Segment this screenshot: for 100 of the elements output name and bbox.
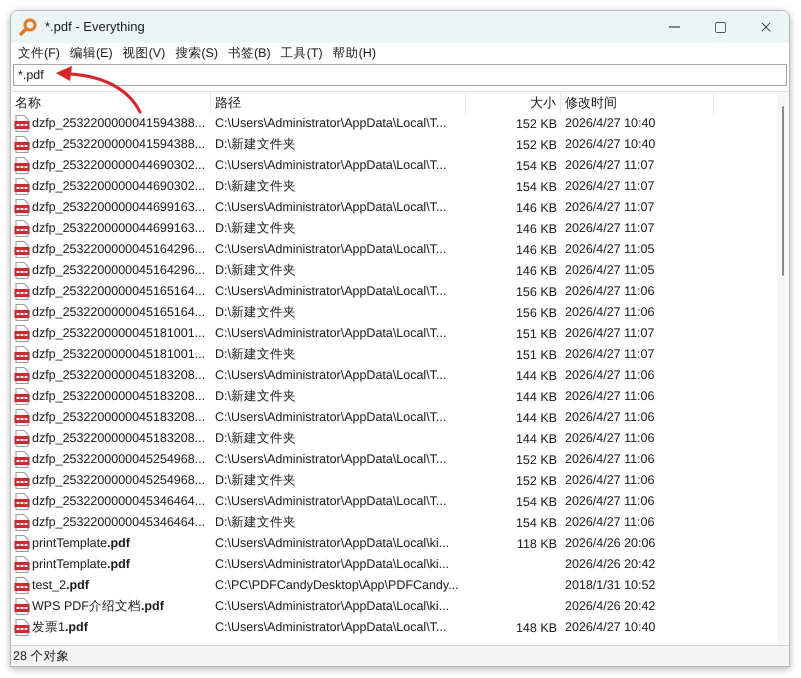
column-header[interactable]: 修改时间 bbox=[561, 92, 714, 113]
modified-time: 2026/4/26 20:42 bbox=[564, 556, 656, 574]
modified-time: 2026/4/26 20:42 bbox=[564, 598, 656, 616]
file-path: C:\Users\Administrator\AppData\Local\ki... bbox=[214, 598, 450, 616]
file-name: dzfp_2532200000045181001... bbox=[32, 325, 206, 342]
file-path: D:\新建文件夹 bbox=[214, 430, 297, 448]
pdf-file-icon bbox=[14, 430, 30, 447]
menu-item[interactable]: 帮助(H) bbox=[328, 43, 381, 63]
file-name: dzfp_2532200000045254968... bbox=[32, 472, 206, 490]
file-size: 118 KB bbox=[516, 536, 557, 551]
file-path: C:\Users\Administrator\AppData\Local\T... bbox=[214, 451, 448, 468]
file-name: dzfp_2532200000045181001... bbox=[32, 346, 206, 364]
modified-time: 2026/4/27 10:40 bbox=[564, 115, 656, 132]
file-size: 146 KB bbox=[516, 242, 557, 257]
file-name: dzfp_2532200000045254968... bbox=[32, 451, 206, 468]
file-path: C:\Users\Administrator\AppData\Local\T... bbox=[214, 325, 448, 342]
modified-time: 2026/4/27 10:40 bbox=[564, 136, 656, 154]
file-size: 146 KB bbox=[516, 222, 557, 236]
file-path: D:\新建文件夹 bbox=[214, 262, 297, 280]
file-path: D:\新建文件夹 bbox=[214, 136, 297, 154]
file-path: D:\新建文件夹 bbox=[214, 304, 297, 322]
modified-time: 2026/4/27 11:07 bbox=[564, 346, 656, 364]
file-path: C:\Users\Administrator\AppData\Local\T... bbox=[214, 283, 448, 300]
modified-time: 2026/4/27 11:06 bbox=[564, 304, 656, 322]
modified-time: 2026/4/27 11:06 bbox=[564, 472, 656, 490]
modified-time: 2026/4/27 10:40 bbox=[564, 619, 656, 636]
file-size: 156 KB bbox=[516, 306, 557, 320]
file-name: printTemplate.pdf bbox=[32, 535, 130, 552]
file-name: dzfp_2532200000045183208... bbox=[32, 388, 206, 406]
file-name: dzfp_2532200000045183208... bbox=[32, 409, 206, 426]
pdf-file-icon bbox=[14, 304, 30, 321]
column-header[interactable]: 路径 bbox=[211, 92, 466, 113]
pdf-file-icon bbox=[14, 157, 30, 174]
modified-time: 2026/4/27 11:06 bbox=[564, 514, 656, 532]
file-path: D:\新建文件夹 bbox=[214, 346, 297, 364]
file-size: 144 KB bbox=[516, 432, 557, 446]
pdf-file-icon bbox=[14, 451, 30, 468]
menu-item[interactable]: 视图(V) bbox=[118, 43, 170, 63]
file-name: dzfp_2532200000041594388... bbox=[32, 115, 206, 132]
file-path: D:\新建文件夹 bbox=[214, 220, 297, 238]
file-size: 154 KB bbox=[516, 180, 557, 194]
pdf-file-icon bbox=[14, 199, 30, 216]
pdf-file-icon bbox=[14, 619, 30, 636]
file-size: 154 KB bbox=[516, 158, 557, 173]
modified-time: 2026/4/27 11:06 bbox=[564, 367, 656, 384]
menu-item[interactable]: 工具(T) bbox=[276, 43, 328, 63]
pdf-file-icon bbox=[14, 535, 30, 552]
file-name: dzfp_2532200000044690302... bbox=[32, 157, 206, 174]
file-size: 144 KB bbox=[516, 410, 557, 425]
modified-time: 2026/4/27 11:05 bbox=[564, 241, 656, 258]
file-name: dzfp_2532200000041594388... bbox=[32, 136, 206, 154]
pdf-file-icon bbox=[14, 283, 30, 300]
file-name: dzfp_2532200000044699163... bbox=[32, 199, 206, 216]
file-name: dzfp_2532200000045164296... bbox=[32, 241, 206, 258]
file-path: D:\新建文件夹 bbox=[214, 178, 297, 196]
pdf-file-icon bbox=[14, 409, 30, 426]
file-path: C:\Users\Administrator\AppData\Local\T... bbox=[214, 157, 448, 174]
menu-item[interactable]: 文件(F) bbox=[13, 43, 65, 63]
pdf-file-icon bbox=[14, 346, 30, 363]
file-name: dzfp_2532200000045346464... bbox=[32, 514, 206, 532]
maximize-icon bbox=[714, 20, 726, 34]
pdf-file-icon bbox=[14, 262, 30, 279]
menu-item[interactable]: 编辑(E) bbox=[64, 43, 118, 63]
file-size: 146 KB bbox=[516, 200, 557, 215]
search-field[interactable]: *.pdf bbox=[13, 64, 787, 86]
pdf-file-icon bbox=[14, 178, 30, 195]
file-name: dzfp_2532200000045164296... bbox=[32, 262, 206, 280]
column-header[interactable]: 大小 bbox=[466, 92, 561, 113]
modified-time: 2026/4/27 11:06 bbox=[564, 493, 656, 510]
file-path: D:\新建文件夹 bbox=[214, 388, 297, 406]
pdf-file-icon bbox=[14, 325, 30, 342]
pdf-file-icon bbox=[14, 577, 30, 594]
file-size: 151 KB bbox=[516, 326, 557, 341]
file-size: 148 KB bbox=[516, 620, 557, 635]
file-size: 154 KB bbox=[516, 516, 557, 530]
pdf-file-icon bbox=[14, 598, 30, 615]
scrollbar[interactable] bbox=[777, 92, 789, 645]
file-path: C:\Users\Administrator\AppData\Local\T... bbox=[214, 619, 448, 636]
file-path: C:\Users\Administrator\AppData\Local\T... bbox=[214, 115, 448, 132]
object-count: 28 个对象 bbox=[13, 648, 70, 665]
file-size: 144 KB bbox=[516, 390, 557, 404]
menu-item[interactable]: 搜索(S) bbox=[170, 43, 223, 63]
file-name: dzfp_2532200000045183208... bbox=[32, 430, 206, 448]
file-path: C:\Users\Administrator\AppData\Local\T... bbox=[214, 409, 448, 426]
modified-time: 2026/4/26 20:06 bbox=[564, 535, 656, 552]
file-path: C:\Users\Administrator\AppData\Local\T... bbox=[214, 199, 448, 216]
pdf-file-icon bbox=[14, 220, 30, 237]
menu-item[interactable]: 书签(B) bbox=[222, 43, 276, 63]
file-size: 152 KB bbox=[516, 452, 557, 467]
file-size: 152 KB bbox=[516, 138, 557, 152]
pdf-file-icon bbox=[14, 115, 30, 132]
file-size: 152 KB bbox=[516, 474, 557, 488]
modified-time: 2026/4/27 11:06 bbox=[564, 430, 656, 448]
column-header[interactable]: 名称 bbox=[11, 92, 211, 113]
pdf-file-icon bbox=[14, 472, 30, 489]
modified-time: 2026/4/27 11:07 bbox=[564, 220, 656, 238]
file-path: C:\Users\Administrator\AppData\Local\T... bbox=[214, 241, 448, 258]
file-size: 146 KB bbox=[516, 264, 557, 278]
file-name: dzfp_2532200000045165164... bbox=[32, 283, 206, 300]
modified-time: 2026/4/27 11:06 bbox=[564, 388, 656, 406]
